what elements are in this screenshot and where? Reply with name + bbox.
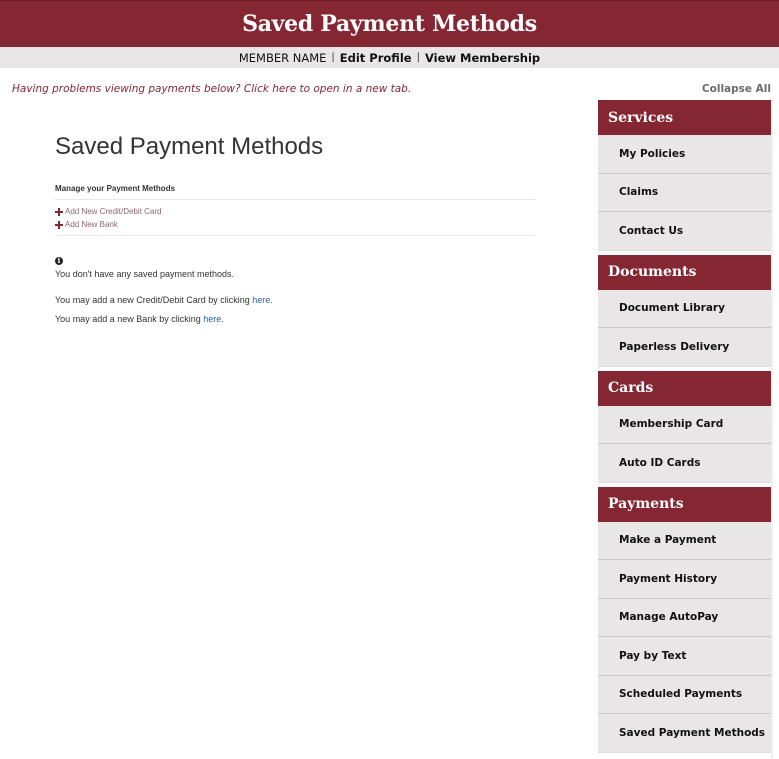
- nav-group-documents: Documents Document Library Paperless Del…: [598, 254, 771, 367]
- add-credit-card-label: Add New Credit/Debit Card: [65, 207, 162, 216]
- add-bank-hint-text: You may add a new Bank by clicking: [55, 314, 204, 324]
- page-title: Saved Payment Methods: [55, 133, 324, 160]
- add-credit-card-link[interactable]: Add New Credit/Debit Card: [55, 205, 535, 218]
- sidebar-edge: [771, 100, 773, 759]
- top-banner: Saved Payment Methods: [0, 0, 779, 47]
- add-card-hint: You may add a new Credit/Debit Card by c…: [55, 295, 535, 305]
- nav-group-cards: Cards Membership Card Auto ID Cards: [598, 370, 771, 483]
- nav-group-payments: Payments Make a Payment Payment History …: [598, 486, 771, 753]
- nav-group-header[interactable]: Payments: [598, 486, 771, 522]
- add-bank-hint: You may add a new Bank by clicking here.: [55, 314, 535, 324]
- main-content: Saved Payment Methods Manage your Paymen…: [55, 133, 535, 324]
- add-card-here-link[interactable]: here.: [252, 295, 273, 305]
- collapse-all-button[interactable]: Collapse All: [702, 83, 771, 95]
- add-bank-link[interactable]: Add New Bank: [55, 218, 535, 231]
- nav-group-services: Services My Policies Claims Contact Us: [598, 100, 771, 251]
- sidebar-item-paperless-delivery[interactable]: Paperless Delivery: [598, 328, 771, 367]
- open-in-new-tab-link[interactable]: Having problems viewing payments below? …: [12, 83, 411, 95]
- info-block: i You don't have any saved payment metho…: [55, 250, 535, 279]
- sidebar-item-saved-payment-methods[interactable]: Saved Payment Methods: [598, 714, 771, 753]
- sidebar-item-make-a-payment[interactable]: Make a Payment: [598, 521, 771, 560]
- sidebar-item-membership-card[interactable]: Membership Card: [598, 405, 771, 444]
- sidebar-item-scheduled-payments[interactable]: Scheduled Payments: [598, 675, 771, 714]
- manage-section-title: Manage your Payment Methods: [55, 184, 535, 200]
- info-circle-icon: i: [55, 257, 63, 265]
- sidebar-item-auto-id-cards[interactable]: Auto ID Cards: [598, 444, 771, 483]
- sidebar-item-pay-by-text[interactable]: Pay by Text: [598, 637, 771, 676]
- sidebar-item-manage-autopay[interactable]: Manage AutoPay: [598, 598, 771, 637]
- member-name: MEMBER NAME: [238, 50, 327, 65]
- nav-group-header[interactable]: Services: [598, 100, 771, 135]
- sidebar-nav: Services My Policies Claims Contact Us D…: [598, 100, 771, 757]
- member-bar: MEMBER NAME | Edit Profile | View Member…: [0, 47, 779, 68]
- empty-message: You don't have any saved payment methods…: [55, 269, 235, 279]
- page-header-title: Saved Payment Methods: [242, 11, 537, 37]
- sidebar-item-my-policies[interactable]: My Policies: [598, 135, 771, 174]
- add-bank-label: Add New Bank: [65, 220, 118, 229]
- sidebar-item-contact-us[interactable]: Contact Us: [598, 212, 771, 251]
- add-bank-here-link[interactable]: here.: [203, 314, 224, 324]
- edit-profile-link[interactable]: Edit Profile: [340, 51, 412, 65]
- separator: |: [416, 52, 420, 63]
- plus-icon: [55, 220, 63, 229]
- sidebar-item-claims[interactable]: Claims: [598, 173, 771, 212]
- add-card-hint-text: You may add a new Credit/Debit Card by c…: [55, 295, 253, 305]
- add-links: Add New Credit/Debit Card Add New Bank: [55, 200, 535, 236]
- plus-icon: [55, 207, 63, 216]
- sidebar-item-document-library[interactable]: Document Library: [598, 289, 771, 328]
- nav-group-header[interactable]: Documents: [598, 254, 771, 290]
- view-membership-link[interactable]: View Membership: [425, 51, 540, 65]
- separator: |: [331, 52, 335, 63]
- nav-group-header[interactable]: Cards: [598, 370, 771, 406]
- sidebar-item-payment-history[interactable]: Payment History: [598, 560, 771, 599]
